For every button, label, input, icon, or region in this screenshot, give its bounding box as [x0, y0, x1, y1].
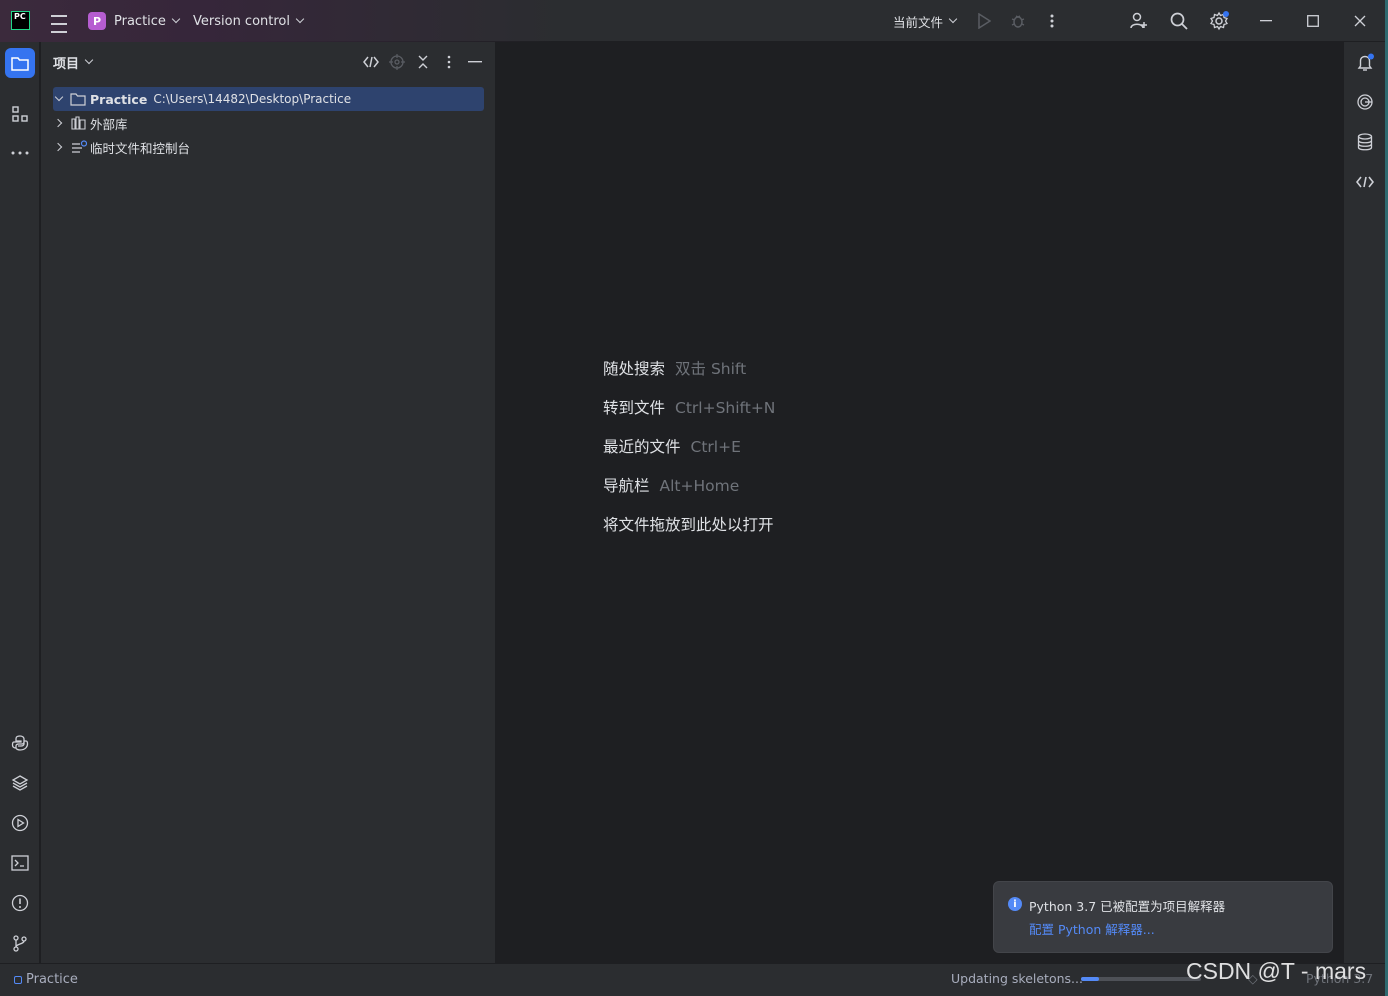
- database-icon[interactable]: [1354, 131, 1376, 153]
- breadcrumb[interactable]: Practice: [14, 972, 78, 987]
- project-badge: P: [88, 12, 106, 30]
- chevron-down-icon: [948, 14, 958, 24]
- tree-item-scratches[interactable]: 临时文件和控制台: [53, 135, 190, 159]
- status-bar: Practice Updating skeletons... ◇ Python …: [0, 958, 1388, 996]
- debug-icon[interactable]: [1009, 12, 1027, 30]
- project-panel-title-label: 项目: [53, 56, 80, 72]
- hint-shortcut: Ctrl+Shift+N: [675, 399, 776, 417]
- hint-label: 将文件拖放到此处以打开: [603, 516, 774, 534]
- tree-item-practice[interactable]: Practice C:\Users\14482\Desktop\Practice: [53, 87, 484, 111]
- services-run-icon[interactable]: [10, 813, 30, 833]
- progress-bar-fill: [1081, 977, 1099, 981]
- configure-interpreter-link[interactable]: 配置 Python 解释器...: [1029, 919, 1155, 938]
- chevron-down-icon: [295, 14, 305, 24]
- structure-icon[interactable]: [10, 104, 30, 124]
- collapse-all-icon[interactable]: [414, 53, 432, 71]
- chevron-right-icon: [53, 118, 63, 128]
- title-bar: PC P Practice Version control 当前文件: [0, 0, 1388, 42]
- more-actions-icon[interactable]: [1044, 12, 1060, 30]
- version-control-label: Version control: [193, 13, 290, 29]
- hint-search-everywhere: 随处搜索 双击 Shift: [603, 357, 746, 379]
- version-control-menu[interactable]: Version control: [193, 0, 305, 42]
- notifications-bell-icon[interactable]: [1354, 52, 1376, 74]
- hint-drop-files: 将文件拖放到此处以打开: [603, 513, 774, 535]
- folder-icon: [70, 93, 86, 106]
- hint-shortcut: 双击 Shift: [675, 360, 747, 378]
- info-icon: i: [1008, 897, 1022, 911]
- hint-label: 最近的文件: [603, 438, 681, 456]
- select-opened-file-icon[interactable]: [362, 53, 380, 71]
- git-branch-icon[interactable]: [10, 933, 30, 953]
- chevron-down-icon: [84, 55, 94, 65]
- hint-go-to-file: 转到文件 Ctrl+Shift+N: [603, 396, 775, 418]
- project-switcher[interactable]: P Practice: [88, 0, 181, 42]
- progress-text: Updating skeletons...: [951, 971, 1083, 986]
- notification-balloon: i Python 3.7 已被配置为项目解释器 配置 Python 解释器...: [993, 881, 1333, 953]
- watermark: CSDN @T - mars: [1186, 958, 1367, 984]
- project-panel: 项目 Practice C:\Users\14482\Desktop\Pract…: [41, 42, 496, 963]
- hint-shortcut: Alt+Home: [659, 477, 740, 495]
- tree-item-label: 临时文件和控制台: [90, 140, 191, 156]
- breadcrumb-project: Practice: [26, 972, 78, 987]
- more-tool-windows-icon[interactable]: [10, 143, 30, 163]
- run-icon[interactable]: [975, 12, 993, 30]
- tree-item-label: 外部库: [90, 116, 128, 132]
- python-packages-icon[interactable]: [10, 773, 30, 793]
- chevron-right-icon: [53, 142, 63, 152]
- left-toolbar: [0, 42, 40, 963]
- module-icon: [14, 975, 22, 984]
- hint-label: 导航栏: [603, 477, 650, 495]
- locate-icon[interactable]: [388, 53, 406, 71]
- close-window-icon[interactable]: [1352, 13, 1368, 29]
- options-icon[interactable]: [440, 53, 458, 71]
- scratches-icon: [72, 140, 87, 153]
- project-panel-title[interactable]: 项目: [53, 52, 94, 72]
- hint-recent-files: 最近的文件 Ctrl+E: [603, 435, 741, 457]
- notification-message: Python 3.7 已被配置为项目解释器: [1029, 899, 1226, 914]
- hint-navigation-bar: 导航栏 Alt+Home: [603, 474, 739, 496]
- problems-icon[interactable]: [10, 893, 30, 913]
- ai-assistant-icon[interactable]: [1354, 91, 1376, 113]
- main-menu-icon[interactable]: [51, 12, 67, 36]
- right-toolbar: [1343, 42, 1385, 963]
- settings-gear-icon[interactable]: [1209, 11, 1229, 31]
- python-console-icon[interactable]: [10, 733, 30, 753]
- progress-bar[interactable]: [1081, 977, 1201, 981]
- chevron-down-icon: [171, 14, 181, 24]
- project-name: Practice: [114, 13, 166, 29]
- editor-area: 随处搜索 双击 Shift 转到文件 Ctrl+Shift+N 最近的文件 Ctrl+…: [497, 42, 1343, 963]
- search-icon[interactable]: [1169, 11, 1189, 31]
- minimize-window-icon[interactable]: [1258, 15, 1274, 27]
- pycharm-logo-icon: PC: [11, 11, 30, 30]
- tree-item-path: C:\Users\14482\Desktop\Practice: [153, 92, 352, 106]
- hint-shortcut: Ctrl+E: [690, 438, 741, 456]
- maximize-window-icon[interactable]: [1305, 13, 1321, 29]
- code-with-me-icon[interactable]: [1129, 11, 1149, 31]
- endpoints-icon[interactable]: [1354, 171, 1376, 193]
- hide-panel-icon[interactable]: [466, 53, 484, 71]
- tree-item-external-libraries[interactable]: 外部库: [53, 111, 128, 135]
- run-config-selector[interactable]: 当前文件: [893, 0, 958, 42]
- terminal-icon[interactable]: [10, 853, 30, 873]
- hint-label: 转到文件: [603, 399, 666, 417]
- tree-item-label: Practice: [90, 91, 148, 107]
- library-icon: [71, 116, 86, 130]
- project-tool-icon[interactable]: [5, 48, 35, 78]
- hint-label: 随处搜索: [603, 360, 666, 378]
- chevron-down-icon: [54, 92, 64, 102]
- run-config-label: 当前文件: [893, 14, 944, 30]
